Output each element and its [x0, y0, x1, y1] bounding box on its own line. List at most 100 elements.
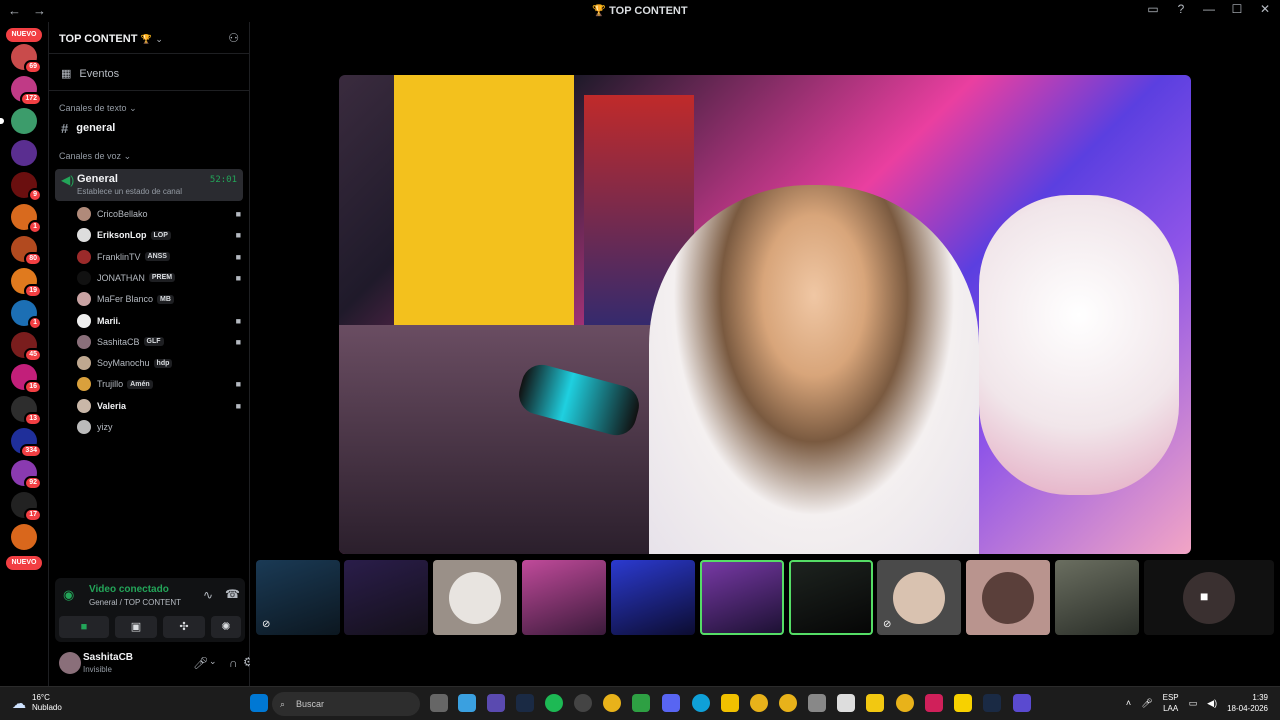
discord-icon[interactable]: [662, 694, 680, 712]
server-icon[interactable]: 80: [11, 236, 42, 266]
server-icon[interactable]: 172: [11, 76, 42, 106]
participant-tile[interactable]: [789, 560, 873, 635]
power-bi-icon[interactable]: [866, 694, 884, 712]
chrome-icon[interactable]: [779, 694, 797, 712]
calculator-icon[interactable]: [808, 694, 826, 712]
voice-status[interactable]: Video conectado: [89, 584, 169, 595]
server-icon[interactable]: 1: [11, 204, 42, 234]
messages-icon[interactable]: [632, 694, 650, 712]
voice-member[interactable]: Marii. ■: [77, 311, 245, 331]
activities-button[interactable]: ✣: [163, 616, 205, 638]
forward-arrow-icon[interactable]: →: [33, 3, 46, 18]
microphone-icon[interactable]: 🎤︎: [193, 656, 208, 670]
focused-video-stream[interactable]: [339, 75, 1191, 554]
voice-channel-general[interactable]: ◀) General Establece un estado de canal …: [55, 169, 243, 201]
participant-tile[interactable]: ■: [1144, 560, 1274, 635]
voice-member[interactable]: FranklinTV ANSS ■: [77, 247, 245, 267]
voice-location: General / TOP CONTENT: [89, 598, 182, 607]
voice-member[interactable]: yizy: [77, 417, 245, 437]
edge-icon[interactable]: [692, 694, 710, 712]
participant-tile[interactable]: [522, 560, 606, 635]
taskbar-search[interactable]: ⌕ Buscar: [272, 692, 420, 716]
guild-header[interactable]: TOP CONTENT 🏆 ⌄ ⚇: [49, 22, 249, 54]
voice-member[interactable]: SashitaCB GLF ■: [77, 332, 245, 352]
chrome-icon[interactable]: [603, 694, 621, 712]
participant-tile[interactable]: [611, 560, 695, 635]
server-icon[interactable]: 92: [11, 460, 42, 490]
minimize-icon[interactable]: —: [1200, 2, 1218, 16]
voice-member[interactable]: Trujillo Amén ■: [77, 374, 245, 394]
participant-tile[interactable]: ⊘: [877, 560, 961, 635]
server-icon[interactable]: [11, 524, 37, 550]
camera-button[interactable]: ■: [59, 616, 109, 638]
server-icon[interactable]: [0, 108, 37, 134]
screen-share-button[interactable]: ▣: [115, 616, 157, 638]
chrome-icon[interactable]: [750, 694, 768, 712]
app-icon[interactable]: [1013, 694, 1031, 712]
copilot-icon[interactable]: [458, 694, 476, 712]
voice-member[interactable]: Valeria ■: [77, 396, 245, 416]
app-icon[interactable]: [574, 694, 592, 712]
sticky-notes-icon[interactable]: [954, 694, 972, 712]
display-icon[interactable]: ▭: [1189, 698, 1198, 709]
acrobat-icon[interactable]: [925, 694, 943, 712]
server-icon[interactable]: 13: [11, 396, 42, 426]
microphone-icon[interactable]: 🎤︎: [1141, 698, 1152, 709]
noise-suppression-icon[interactable]: ∿: [203, 588, 213, 602]
voice-category[interactable]: Canales de voz ⌄: [49, 151, 249, 165]
back-arrow-icon[interactable]: ←: [8, 3, 21, 18]
teams-icon[interactable]: [487, 694, 505, 712]
language-indicator[interactable]: ESP LAA: [1163, 692, 1179, 714]
server-icon[interactable]: 16: [11, 364, 42, 394]
participant-tile[interactable]: [700, 560, 784, 635]
disconnect-icon[interactable]: ☎: [225, 587, 240, 601]
channel-general[interactable]: # general: [49, 117, 249, 139]
file-explorer-icon[interactable]: [721, 694, 739, 712]
participant-tile[interactable]: [433, 560, 517, 635]
chrome-icon[interactable]: [896, 694, 914, 712]
spotify-icon[interactable]: [545, 694, 563, 712]
steam-icon[interactable]: [983, 694, 1001, 712]
add-member-icon[interactable]: ⚇: [228, 31, 239, 45]
chevron-down-icon[interactable]: ⌄: [209, 656, 217, 667]
server-icon[interactable]: 334: [11, 428, 42, 458]
participant-tile[interactable]: ⊘: [256, 560, 340, 635]
inbox-icon[interactable]: ▭: [1144, 2, 1162, 16]
help-icon[interactable]: ?: [1172, 2, 1190, 16]
voice-member[interactable]: JONATHAN PREM ■: [77, 268, 245, 288]
voice-member[interactable]: SoyManochu hdp: [77, 353, 245, 373]
server-icon[interactable]: 1: [11, 300, 42, 330]
voice-member[interactable]: CricoBellako ■: [77, 204, 245, 224]
server-icon[interactable]: 45: [11, 332, 42, 362]
task-view-icon[interactable]: [430, 694, 448, 712]
avatar[interactable]: [59, 652, 81, 674]
user-name[interactable]: SashitaCB: [83, 652, 133, 663]
channel-status-input[interactable]: Establece un estado de canal: [77, 187, 237, 196]
weather-widget[interactable]: ☁ 16°C Nublado: [12, 693, 62, 713]
clock[interactable]: 1:39 18-04-2026: [1227, 692, 1268, 714]
volume-icon[interactable]: ◀): [1207, 698, 1217, 709]
steam-icon[interactable]: [516, 694, 534, 712]
participant-tile[interactable]: [966, 560, 1050, 635]
member-name: EriksonLop: [97, 230, 147, 241]
voice-member[interactable]: EriksonLop LOP ■: [77, 225, 245, 245]
events-item[interactable]: ▦ Eventos: [49, 57, 249, 91]
headphones-icon[interactable]: ∩: [229, 656, 238, 670]
maximize-icon[interactable]: ☐: [1228, 2, 1246, 16]
member-name: SashitaCB: [97, 336, 140, 347]
windows-start-icon[interactable]: [250, 694, 268, 712]
member-name: yizy: [97, 422, 113, 432]
participant-tile[interactable]: [344, 560, 428, 635]
participant-tile[interactable]: [1055, 560, 1139, 635]
server-icon[interactable]: 19: [11, 268, 42, 298]
server-icon[interactable]: 17: [11, 492, 42, 522]
app-icon[interactable]: [837, 694, 855, 712]
server-icon[interactable]: [11, 140, 37, 166]
close-icon[interactable]: ✕: [1256, 2, 1274, 16]
server-icon[interactable]: 9: [11, 172, 42, 202]
voice-member[interactable]: MaFer Blanco MB: [77, 289, 245, 309]
chevron-up-icon[interactable]: ˄: [1126, 698, 1131, 708]
text-category[interactable]: Canales de texto ⌄: [49, 103, 249, 117]
soundboard-button[interactable]: ✺: [211, 616, 241, 638]
server-icon[interactable]: 69: [11, 44, 42, 74]
